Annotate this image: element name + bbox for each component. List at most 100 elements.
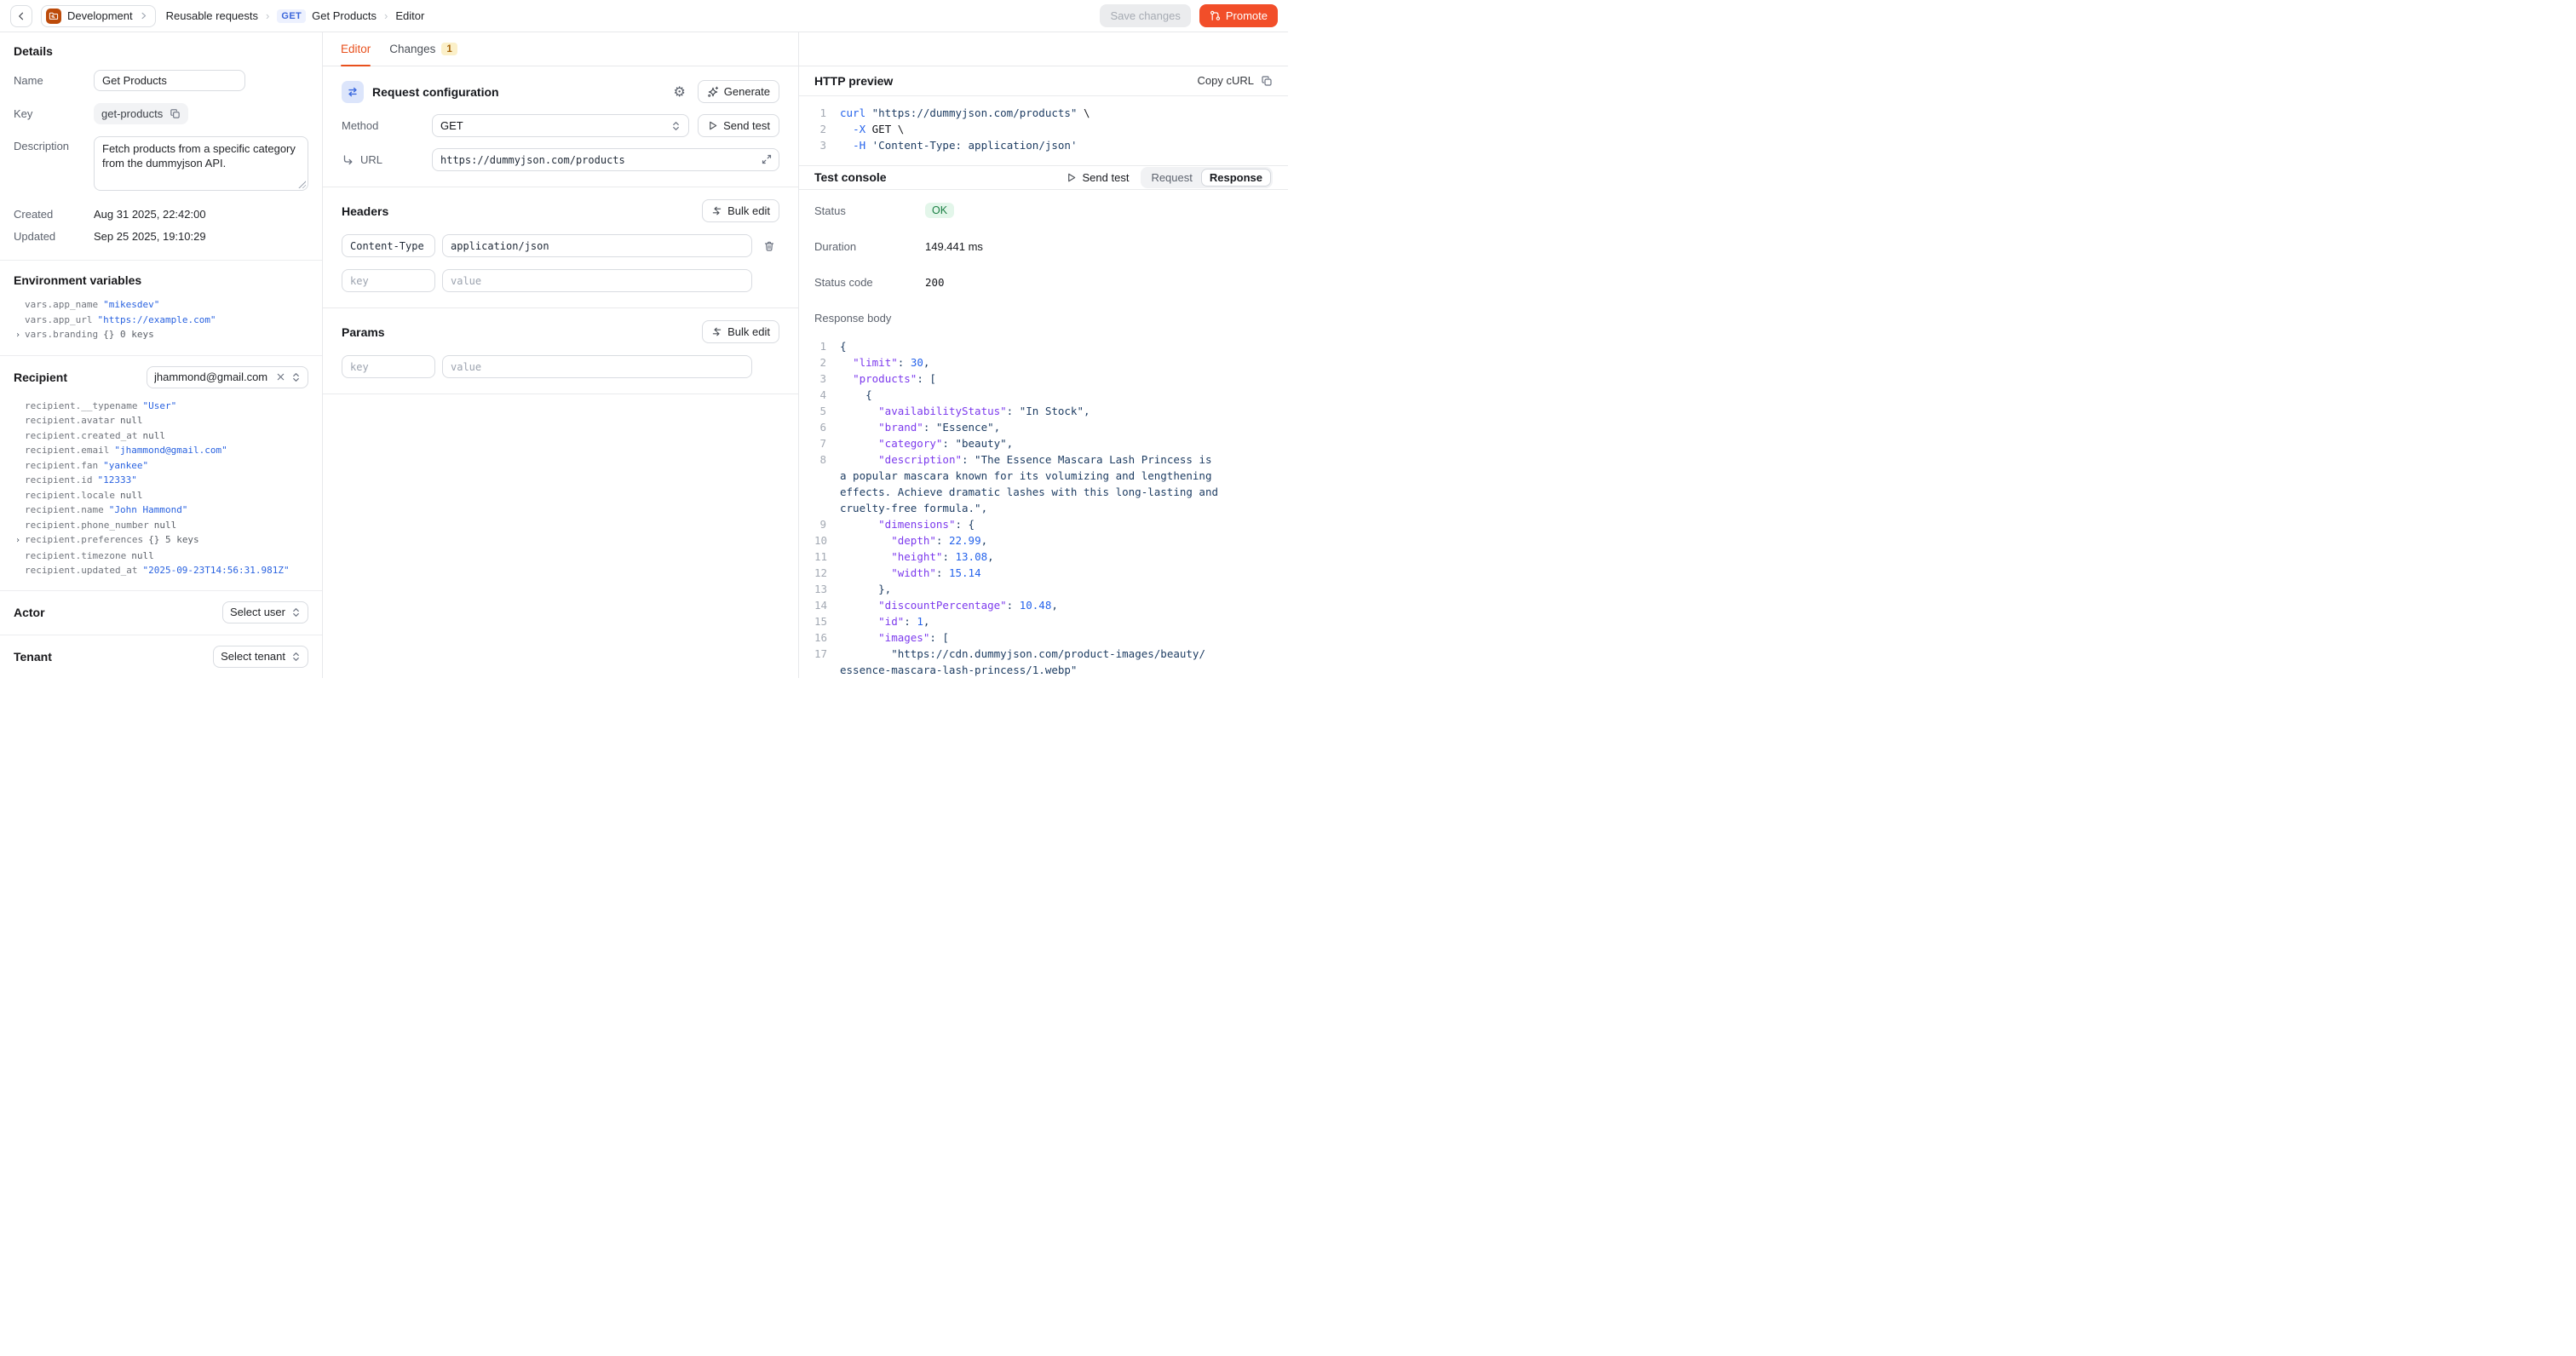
param-value-input[interactable] (442, 355, 752, 378)
code-line: 17 "https://cdn.dummyjson.com/product-im… (814, 646, 1273, 678)
tenant-select[interactable]: Select tenant (213, 646, 308, 668)
editor-column: Editor Changes 1 Request configuration ⚙… (323, 32, 799, 678)
url-row: URL (342, 148, 779, 171)
variable-value: null (120, 488, 143, 503)
description-textarea[interactable]: Fetch products from a specific category … (94, 136, 308, 191)
console-send-test-button[interactable]: Send test (1066, 171, 1130, 184)
send-test-button[interactable]: Send test (698, 114, 779, 137)
variable-path: recipient.id (25, 473, 92, 488)
breadcrumb-editor[interactable]: Editor (395, 9, 424, 22)
method-badge: GET (277, 9, 306, 23)
promote-button[interactable]: Promote (1199, 4, 1278, 27)
header-key-input[interactable] (342, 269, 435, 292)
variable-value: "User" (142, 399, 176, 414)
variable-value: "mikesdev" (103, 297, 159, 313)
request-response-toggle: Request Response (1141, 167, 1273, 188)
breadcrumb-reusable-requests[interactable]: Reusable requests (166, 9, 258, 22)
recipient-select[interactable]: jhammond@gmail.com (147, 366, 308, 388)
headers-bulk-edit-button[interactable]: Bulk edit (702, 199, 779, 222)
code-line: 1{ (814, 338, 1273, 354)
variable-path: vars.branding (25, 327, 98, 342)
env-variable-row[interactable]: ›vars.branding{} 0 keys (14, 327, 308, 343)
variable-path: recipient.locale (25, 488, 115, 503)
expand-chevron-icon[interactable]: › (15, 533, 25, 549)
params-bulk-edit-button[interactable]: Bulk edit (702, 320, 779, 343)
description-row: Description Fetch products from a specif… (14, 136, 308, 191)
actor-heading: Actor (14, 606, 222, 619)
details-heading: Details (14, 44, 308, 58)
toggle-response[interactable]: Response (1201, 169, 1271, 187)
variable-value: {} 5 keys (148, 532, 199, 548)
method-select[interactable]: GET (432, 114, 689, 137)
header-key-input[interactable] (342, 234, 435, 257)
variable-path: recipient.phone_number (25, 518, 149, 533)
code-line: 3 "products": [ (814, 371, 1273, 387)
toggle-request[interactable]: Request (1142, 169, 1200, 187)
recipient-variable-row: recipient.__typename"User" (14, 399, 308, 414)
tab-changes[interactable]: Changes 1 (389, 32, 457, 66)
recipient-variable-row[interactable]: ›recipient.preferences {} 5 keys (14, 532, 308, 549)
variable-value: null (154, 518, 177, 533)
header-value-input[interactable] (442, 269, 752, 292)
recipient-variable-row: recipient.email"jhammond@gmail.com" (14, 443, 308, 458)
delete-header-button[interactable] (759, 240, 779, 252)
test-results: Status OK Duration 149.441 ms Status cod… (799, 190, 1288, 333)
chevron-up-down-icon (291, 372, 301, 382)
url-input[interactable] (432, 148, 779, 171)
actor-select[interactable]: Select user (222, 601, 308, 623)
method-label: Method (342, 119, 423, 132)
settings-gear-icon[interactable]: ⚙ (673, 85, 685, 99)
variable-value: "https://example.com" (97, 313, 216, 328)
generate-button[interactable]: Generate (698, 80, 779, 103)
bulk-edit-icon (711, 205, 722, 216)
param-key-input[interactable] (342, 355, 435, 378)
promote-branch-icon (1210, 10, 1221, 21)
chevron-right-icon (139, 11, 148, 20)
recipient-variable-row: recipient.id"12333" (14, 473, 308, 488)
copy-curl-button[interactable]: Copy cURL (1198, 74, 1273, 87)
changes-count-badge: 1 (441, 43, 457, 55)
environment-switcher[interactable]: Development (41, 5, 156, 27)
code-line: 10 "depth": 22.99, (814, 532, 1273, 549)
url-label: URL (342, 153, 423, 166)
line-number: 3 (814, 137, 840, 153)
save-changes-button[interactable]: Save changes (1100, 4, 1190, 27)
header-value-input[interactable] (442, 234, 752, 257)
test-console-title: Test console (814, 170, 887, 184)
name-input[interactable] (94, 70, 245, 91)
variable-path: recipient.avatar (25, 413, 115, 428)
headers-section: Headers Bulk edit (323, 187, 798, 308)
tenant-heading: Tenant (14, 650, 213, 664)
variable-path: recipient.name (25, 503, 104, 518)
variable-value: null (142, 428, 165, 444)
line-number: 16 (814, 629, 840, 646)
http-preview-header: HTTP preview Copy cURL (799, 66, 1288, 96)
line-number: 3 (814, 371, 840, 387)
breadcrumb-request[interactable]: GET Get Products (277, 9, 377, 23)
recipient-variable-row: recipient.avatarnull (14, 413, 308, 428)
line-number: 5 (814, 403, 840, 419)
recipient-variable-row: recipient.phone_number null (14, 518, 308, 533)
variable-value: "2025-09-23T14:56:31.981Z" (142, 563, 289, 578)
back-button[interactable] (10, 5, 32, 27)
play-icon (707, 120, 718, 131)
clear-icon[interactable] (276, 372, 285, 382)
http-preview-title: HTTP preview (814, 74, 893, 88)
code-line: 2 "limit": 30, (814, 354, 1273, 371)
variable-path: recipient.preferences (25, 532, 143, 548)
tab-editor[interactable]: Editor (341, 32, 371, 66)
copy-icon (1261, 75, 1273, 87)
line-number: 9 (814, 516, 840, 532)
request-configuration-title: Request configuration (372, 85, 673, 99)
expand-icon[interactable] (761, 153, 773, 165)
line-number: 2 (814, 354, 840, 371)
line-number: 11 (814, 549, 840, 565)
env-variable-row: vars.app_url"https://example.com" (14, 313, 308, 328)
request-configuration-section: Request configuration ⚙ Generate Method … (323, 66, 798, 187)
request-swap-icon (342, 81, 364, 103)
code-line: 3 -H 'Content-Type: application/json' (814, 137, 1273, 153)
sparkle-icon (707, 86, 719, 98)
copy-key-button[interactable] (170, 108, 181, 119)
expand-chevron-icon[interactable]: › (15, 328, 25, 343)
key-row: Key get-products (14, 103, 308, 124)
